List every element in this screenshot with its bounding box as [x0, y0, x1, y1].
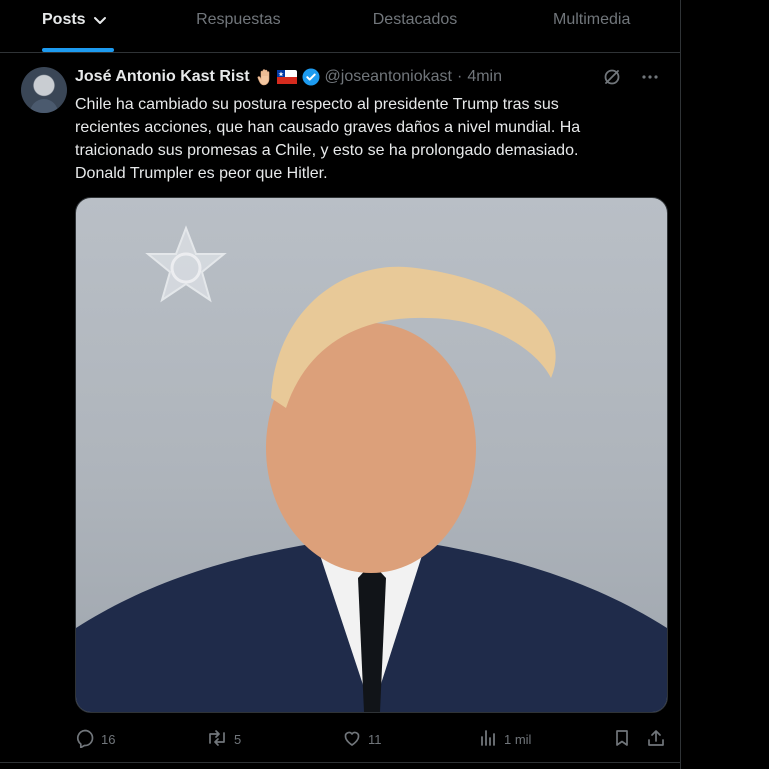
post-divider: [0, 762, 680, 763]
tab-media-label: Multimedia: [553, 11, 631, 28]
post-text-line: recientes acciones, que han causado grav…: [75, 119, 581, 136]
repost-button[interactable]: 5: [206, 728, 241, 751]
chile-flag-emoji-icon: [276, 70, 297, 84]
tab-posts-label-wrap: Posts: [42, 11, 108, 29]
chevron-down-icon: [92, 12, 108, 28]
tab-highlights-label: Destacados: [372, 11, 458, 28]
reply-count: 16: [101, 731, 116, 747]
post-separator: ·: [456, 68, 463, 85]
tab-posts[interactable]: Posts: [0, 0, 150, 52]
reply-icon: [75, 728, 95, 751]
avatar[interactable]: [21, 67, 67, 113]
photo-placeholder: [76, 225, 667, 712]
tab-highlights[interactable]: Destacados: [327, 0, 504, 52]
active-tab-indicator: [42, 48, 114, 52]
post-handle[interactable]: @joseantoniokast: [325, 67, 452, 87]
views-button[interactable]: 1 mil: [478, 728, 531, 751]
post-header: José Antonio Kast Rist @joseantoniokast …: [75, 67, 502, 87]
like-count: 11: [368, 731, 382, 747]
post-text-line: Chile ha cambiado su postura respecto al…: [75, 96, 559, 113]
tab-highlights-label-wrap: Destacados: [373, 11, 458, 29]
repost-icon: [206, 728, 228, 751]
profile-tabs: Posts Respuestas Destacados Multimedia: [0, 0, 680, 53]
tab-posts-label: Posts: [42, 11, 86, 28]
post-actions-bar: 16 5 11 1 mil: [75, 725, 670, 753]
sheriff-badge-icon: [145, 225, 227, 303]
reply-button[interactable]: 16: [75, 728, 115, 751]
avatar-silhouette: [30, 99, 58, 113]
post-text-line: traicionado sus promesas a Chile, y esto…: [75, 142, 579, 159]
app-frame: Posts Respuestas Destacados Multimedia J…: [0, 0, 769, 769]
tab-media[interactable]: Multimedia: [503, 0, 680, 52]
post-top-actions: [602, 67, 660, 92]
tab-media-label-wrap: Multimedia: [553, 11, 630, 29]
display-name[interactable]: José Antonio Kast Rist: [75, 67, 250, 87]
bookmark-button[interactable]: [612, 728, 632, 751]
post-media-image[interactable]: [75, 197, 668, 713]
like-button[interactable]: 11: [342, 728, 382, 751]
verified-badge-icon[interactable]: [302, 68, 320, 86]
share-button[interactable]: [646, 728, 666, 751]
timeline-column: Posts Respuestas Destacados Multimedia J…: [0, 0, 681, 769]
tab-replies[interactable]: Respuestas: [150, 0, 327, 52]
post-text: Chile ha cambiado su postura respecto al…: [75, 93, 660, 185]
share-icon: [646, 728, 666, 751]
post-time[interactable]: 4min: [467, 67, 502, 87]
repost-count: 5: [234, 731, 242, 747]
post-text-line: Donald Trumpler es peor que Hitler.: [75, 165, 328, 182]
grok-icon[interactable]: [602, 67, 622, 92]
more-icon[interactable]: [640, 67, 660, 92]
tab-replies-label-wrap: Respuestas: [196, 11, 281, 29]
tab-replies-label: Respuestas: [196, 11, 281, 28]
views-icon: [478, 728, 498, 751]
raised-hand-emoji-icon: [256, 68, 274, 86]
heart-icon: [342, 728, 362, 751]
bookmark-icon: [612, 728, 632, 751]
views-count: 1 mil: [504, 731, 532, 747]
